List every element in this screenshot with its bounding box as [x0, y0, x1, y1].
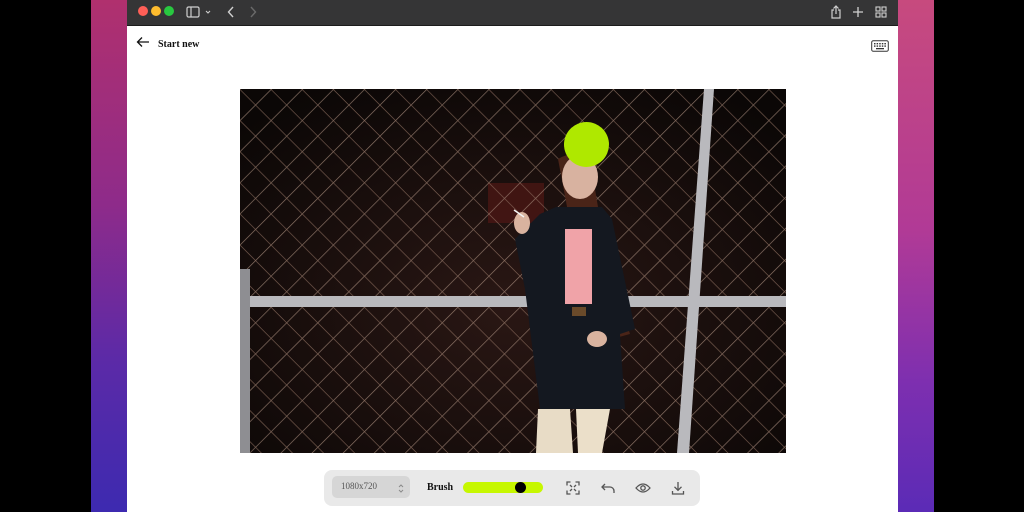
brush-size-slider[interactable]	[463, 482, 543, 493]
photo-image	[240, 89, 786, 453]
tab-overview-icon[interactable]	[874, 3, 888, 21]
eye-icon[interactable]	[634, 479, 652, 497]
maximize-window-button[interactable]	[164, 6, 174, 16]
browser-titlebar	[127, 0, 898, 26]
browser-back-icon[interactable]	[225, 3, 237, 21]
browser-window: Start new 1080x720 Brush	[127, 0, 898, 512]
close-window-button[interactable]	[138, 6, 148, 16]
brush-size-thumb[interactable]	[514, 482, 526, 493]
arrow-left-icon	[136, 35, 150, 53]
brush-label: Brush	[427, 482, 454, 493]
keyboard-icon[interactable]	[871, 39, 889, 52]
start-new-label: Start new	[158, 38, 200, 50]
sidebar-toggle-icon[interactable]	[185, 3, 213, 21]
share-icon[interactable]	[829, 3, 843, 21]
editor-toolbar: 1080x720 Brush	[324, 470, 700, 506]
minimize-window-button[interactable]	[151, 6, 161, 16]
brush-stroke-mark	[564, 122, 609, 167]
desktop-wallpaper-right	[897, 0, 934, 512]
browser-forward-icon[interactable]	[247, 3, 259, 21]
new-tab-icon[interactable]	[851, 3, 865, 21]
start-new-button[interactable]: Start new	[136, 36, 199, 52]
expand-icon[interactable]	[564, 479, 582, 497]
undo-icon[interactable]	[599, 479, 617, 497]
resolution-select[interactable]: 1080x720	[332, 476, 410, 498]
desktop-wallpaper-left	[91, 0, 127, 512]
photo-canvas[interactable]	[240, 89, 786, 453]
chevron-updown-icon	[398, 481, 404, 499]
resolution-value: 1080x720	[341, 481, 377, 491]
download-icon[interactable]	[669, 479, 687, 497]
